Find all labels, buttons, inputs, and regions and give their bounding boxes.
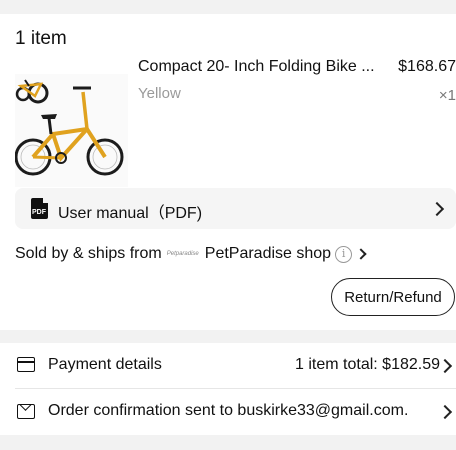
- product-quantity: ×1: [438, 87, 456, 104]
- product-price: $168.67: [398, 58, 456, 75]
- chevron-right-icon: [429, 201, 445, 217]
- pdf-icon: PDF: [31, 198, 48, 219]
- payment-total: 1 item total: $182.59: [295, 356, 440, 373]
- payment-details-row[interactable]: Payment details 1 item total: $182.59: [0, 343, 456, 388]
- user-manual-row[interactable]: PDF User manual（PDF): [15, 188, 456, 229]
- items-card: 1 item Compact 20- Inch Folding Bike ...…: [0, 14, 456, 330]
- order-confirmation-row[interactable]: Order confirmation sent to buskirke33@gm…: [0, 389, 456, 435]
- chevron-right-icon: [437, 404, 453, 420]
- summary-card: Payment details 1 item total: $182.59 Or…: [0, 343, 456, 435]
- seller-row[interactable]: Sold by & ships from Petparadise PetPara…: [15, 243, 367, 265]
- bike-image-icon: [15, 79, 124, 176]
- product-thumbnail[interactable]: [15, 74, 128, 187]
- chevron-right-icon: [437, 358, 453, 374]
- user-manual-label: User manual（PDF): [58, 205, 203, 222]
- return-refund-button[interactable]: Return/Refund: [331, 278, 455, 316]
- product-name[interactable]: Compact 20- Inch Folding Bike ...: [138, 58, 375, 76]
- product-variant: Yellow: [138, 85, 181, 102]
- order-confirmation-label: Order confirmation sent to buskirke33@gm…: [48, 402, 409, 419]
- payment-details-label: Payment details: [48, 356, 162, 373]
- shop-name[interactable]: PetParadise shop: [205, 245, 331, 263]
- credit-card-icon: [17, 357, 35, 372]
- section-title: 1 item: [15, 28, 67, 49]
- pdf-icon-text: PDF: [32, 209, 46, 216]
- mail-icon: [17, 404, 35, 419]
- chevron-right-icon[interactable]: [355, 248, 367, 260]
- info-icon[interactable]: i: [335, 245, 353, 263]
- sold-by-text: Sold by & ships from: [15, 245, 162, 262]
- shop-logo: Petparadise: [166, 251, 199, 257]
